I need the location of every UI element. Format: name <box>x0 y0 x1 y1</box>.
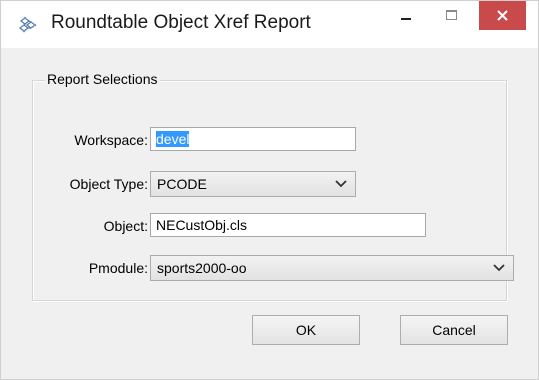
close-icon <box>497 10 508 21</box>
window-title: Roundtable Object Xref Report <box>51 12 311 33</box>
pmodule-value: sports2000-oo <box>157 260 247 276</box>
object-type-select[interactable]: PCODE <box>150 171 356 197</box>
dialog-window: Roundtable Object Xref Report Report Sel… <box>0 0 539 380</box>
workspace-value: devel <box>156 131 190 147</box>
close-button[interactable] <box>479 1 526 30</box>
roundtable-app-icon <box>17 15 39 35</box>
maximize-icon <box>446 10 457 20</box>
object-field[interactable]: NECustObj.cls <box>150 213 426 237</box>
workspace-field[interactable]: devel <box>150 127 356 151</box>
object-type-label: Object Type: <box>69 176 148 192</box>
pmodule-select[interactable]: sports2000-oo <box>150 255 514 281</box>
object-type-value: PCODE <box>157 176 207 192</box>
group-legend: Report Selections <box>45 71 160 87</box>
object-value: NECustObj.cls <box>156 217 248 233</box>
chevron-down-icon <box>335 180 347 188</box>
object-label: Object: <box>103 218 148 234</box>
pmodule-label: Pmodule: <box>88 260 148 276</box>
chevron-down-icon <box>493 264 505 272</box>
maximize-button[interactable] <box>429 1 475 30</box>
minimize-button[interactable] <box>383 1 429 30</box>
title-bar[interactable]: Roundtable Object Xref Report <box>1 1 538 48</box>
cancel-button[interactable]: Cancel <box>400 315 508 345</box>
workspace-label: Workspace: <box>74 132 148 148</box>
ok-button[interactable]: OK <box>252 315 360 345</box>
dialog-body: Report Selections Workspace: devel Objec… <box>1 48 538 379</box>
minimize-icon <box>401 18 411 20</box>
